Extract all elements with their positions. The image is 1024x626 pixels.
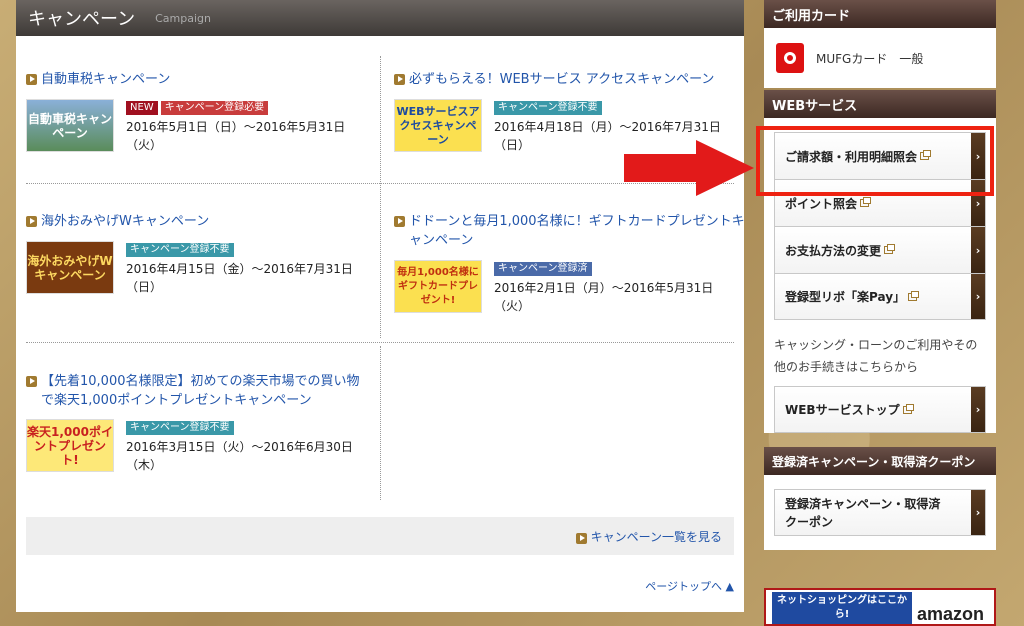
campaign-thumbnail[interactable]: WEBサービスアクセスキャンペーン <box>394 99 482 152</box>
campaign-item: ドドーンと毎月1,000名様に！ギフトカードプレゼントキャンペーン <box>394 212 748 250</box>
external-link-icon <box>860 197 872 207</box>
highlight-box <box>756 126 994 196</box>
campaign-panel: キャンペーン Campaign 自動車税キャンペーン 自動車税キャンペーン NE… <box>16 0 745 612</box>
badge-group: キャンペーン登録不要 <box>494 101 602 115</box>
chevron-right-icon: › <box>971 274 985 319</box>
badge-group: NEW キャンペーン登録必要 <box>126 101 269 115</box>
campaign-subtitle: Campaign <box>155 11 211 25</box>
divider <box>26 342 734 343</box>
campaign-thumbnail[interactable]: 毎月1,000名様にギフトカードプレゼント! <box>394 260 482 313</box>
page-top-link[interactable]: ページトップへ ▲ <box>645 578 734 594</box>
revolving-pay-button[interactable]: 登録型リボ「楽Pay」 › <box>774 273 986 320</box>
thumbnail-text: 楽天1,000ポイントプレゼント! <box>27 424 113 467</box>
new-badge: NEW <box>126 101 158 115</box>
other-procedures-note: キャッシング・ローンのご利用やその他のお手続きはこちらから <box>774 338 978 374</box>
chevron-right-icon: › <box>971 387 985 432</box>
chevron-right-icon: › <box>971 227 985 273</box>
amazon-logo: amazon <box>916 604 984 624</box>
campaign-link[interactable]: 必ずもらえる！WEBサービス アクセスキャンペーン <box>394 70 748 89</box>
thumbnail-text: WEBサービスアクセスキャンペーン <box>396 104 480 146</box>
external-link-icon <box>902 403 914 414</box>
campaign-header: キャンペーン Campaign <box>16 0 744 36</box>
campaign-item: 海外おみやげWキャンペーン <box>26 212 380 231</box>
status-badge: キャンペーン登録不要 <box>126 421 234 435</box>
campaign-period: 2016年4月15日（金）〜2016年7月31日（日） <box>126 262 353 294</box>
thumbnail-text: 海外おみやげWキャンペーン <box>27 253 113 282</box>
campaign-link[interactable]: 自動車税キャンペーン <box>26 70 380 89</box>
play-icon <box>394 216 405 227</box>
sidebar: ご利用カード MUFGカード 一般 WEBサービス ご請求額・利用明細照会 › ポ… <box>764 0 996 550</box>
campaign-list-link[interactable]: キャンペーン一覧を見る <box>591 528 722 545</box>
campaign-link[interactable]: 海外おみやげWキャンペーン <box>26 212 380 231</box>
campaign-period: 2016年3月15日（火）〜2016年6月30日（木） <box>126 440 353 472</box>
campaign-period: 2016年5月1日（日）〜2016年5月31日（火） <box>126 120 346 152</box>
button-label: WEBサービストップ <box>785 403 900 417</box>
play-icon <box>26 216 37 227</box>
campaign-item: 自動車税キャンペーン <box>26 70 380 89</box>
play-icon <box>575 532 587 544</box>
web-service-top-button[interactable]: WEBサービストップ › <box>774 386 986 433</box>
campaign-period: 2016年2月1日（月）〜2016年5月31日（火） <box>494 281 714 313</box>
campaign-link-text[interactable]: 海外おみやげWキャンペーン <box>41 212 209 231</box>
status-badge: キャンペーン登録済 <box>494 262 592 276</box>
status-badge: キャンペーン登録不要 <box>494 101 602 115</box>
card-section: MUFGカード 一般 <box>764 28 996 88</box>
status-badge: キャンペーン登録不要 <box>126 243 234 257</box>
card-logo-icon <box>776 43 804 73</box>
registered-campaign-header: 登録済キャンペーン・取得済クーポン <box>764 447 996 475</box>
button-label: 登録型リボ「楽Pay」 <box>785 290 906 304</box>
campaign-link[interactable]: 【先着10,000名様限定】初めての楽天市場での買い物で楽天1,000ポイントプ… <box>26 372 366 410</box>
divider <box>380 346 381 500</box>
campaign-thumbnail[interactable]: 楽天1,000ポイントプレゼント! <box>26 419 114 472</box>
status-badge: キャンペーン登録必要 <box>160 101 269 115</box>
payment-method-button[interactable]: お支払方法の変更 › <box>774 226 986 273</box>
divider <box>380 56 381 338</box>
campaign-list-bar: キャンペーン一覧を見る <box>26 517 734 555</box>
registered-campaign-button[interactable]: 登録済キャンペーン・取得済クーポン › <box>774 489 986 536</box>
amazon-ad-banner[interactable]: ネットショッピングはここから! amazon <box>764 588 996 626</box>
badge-group: キャンペーン登録不要 <box>126 243 234 257</box>
thumbnail-text: 毎月1,000名様にギフトカードプレゼント! <box>397 266 479 306</box>
campaign-link-text[interactable]: 【先着10,000名様限定】初めての楽天市場での買い物で楽天1,000ポイントプ… <box>41 372 366 410</box>
button-label: 登録済キャンペーン・取得済クーポン <box>785 496 941 529</box>
campaign-thumbnail[interactable]: 自動車税キャンペーン <box>26 99 114 152</box>
campaign-thumbnail[interactable]: 海外おみやげWキャンペーン <box>26 241 114 294</box>
badge-group: キャンペーン登録済 <box>494 262 592 276</box>
external-link-icon <box>908 290 920 301</box>
play-icon <box>26 74 37 85</box>
play-icon <box>26 376 37 387</box>
campaign-item: 必ずもらえる！WEBサービス アクセスキャンペーン <box>394 70 748 89</box>
external-link-icon <box>884 244 896 254</box>
card-info: MUFGカード 一般 <box>764 28 996 88</box>
web-service-header: WEBサービス <box>764 90 996 118</box>
campaign-link[interactable]: ドドーンと毎月1,000名様に！ギフトカードプレゼントキャンペーン <box>394 212 748 250</box>
button-label: ポイント照会 <box>785 196 858 211</box>
campaign-title: キャンペーン <box>28 9 136 30</box>
card-name: MUFGカード 一般 <box>816 51 924 66</box>
button-label: お支払方法の変更 <box>785 243 882 258</box>
play-icon <box>394 74 405 85</box>
registered-campaign-section: 登録済キャンペーン・取得済クーポン › <box>764 475 996 550</box>
campaign-link-text[interactable]: 必ずもらえる！WEBサービス アクセスキャンペーン <box>409 70 714 89</box>
ad-text: ネットショッピングはここから! <box>772 592 912 624</box>
campaign-item: 【先着10,000名様限定】初めての楽天市場での買い物で楽天1,000ポイントプ… <box>26 372 366 410</box>
campaign-link-text[interactable]: ドドーンと毎月1,000名様に！ギフトカードプレゼントキャンペーン <box>409 212 748 250</box>
red-arrow-icon <box>624 140 754 196</box>
card-header: ご利用カード <box>764 0 996 28</box>
chevron-right-icon: › <box>971 490 985 535</box>
campaign-link-text[interactable]: 自動車税キャンペーン <box>41 70 170 89</box>
thumbnail-text: 自動車税キャンペーン <box>27 111 112 140</box>
badge-group: キャンペーン登録不要 <box>126 421 234 435</box>
